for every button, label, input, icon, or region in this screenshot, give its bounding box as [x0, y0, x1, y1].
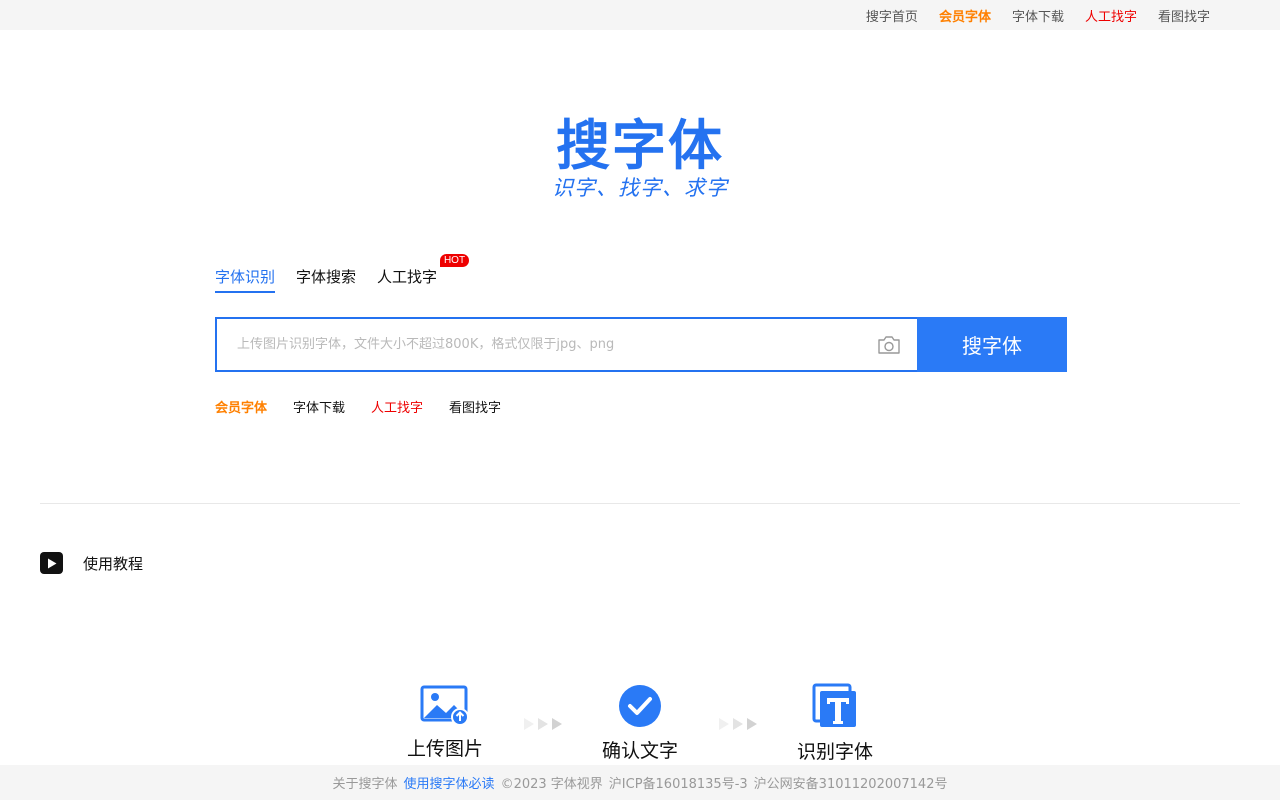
- tab-font-search[interactable]: 字体搜索: [296, 266, 356, 293]
- top-bar: 搜字首页 会员字体 字体下载 人工找字 看图找字: [0, 0, 1280, 30]
- upload-image-icon: [420, 685, 470, 730]
- check-circle-icon: [618, 685, 662, 732]
- quick-links: 会员字体 字体下载 人工找字 看图找字: [215, 397, 501, 416]
- topnav-image-search-link[interactable]: 看图找字: [1158, 6, 1210, 25]
- search-input[interactable]: [237, 337, 875, 352]
- step-confirm-label: 确认文字: [601, 740, 678, 762]
- quick-link-image-search[interactable]: 看图找字: [449, 397, 501, 416]
- tab-manual-search[interactable]: 人工找字 HOT: [377, 254, 470, 293]
- quick-link-vip-fonts[interactable]: 会员字体: [215, 397, 267, 416]
- step-upload: 上传图片: [385, 684, 505, 761]
- footer-icp[interactable]: 沪ICP备16018135号-3: [609, 773, 748, 792]
- search-box: [215, 317, 917, 372]
- footer: 关于搜字体 使用搜字体必读 ©2023 字体视界 沪ICP备16018135号-…: [0, 765, 1280, 800]
- topnav-manual-search-link[interactable]: 人工找字: [1085, 6, 1137, 25]
- step-identify-label: 识别字体: [796, 741, 873, 763]
- tutorial-label: 使用教程: [83, 554, 144, 573]
- step-confirm: 确认文字: [580, 684, 700, 763]
- footer-must-read-link[interactable]: 使用搜字体必读: [404, 773, 495, 792]
- quick-link-font-download[interactable]: 字体下载: [293, 397, 345, 416]
- search-button[interactable]: 搜字体: [917, 317, 1067, 372]
- topnav-vip-fonts-link[interactable]: 会员字体: [939, 6, 991, 25]
- topnav-font-download-link[interactable]: 字体下载: [1012, 6, 1064, 25]
- search-bar: 搜字体: [215, 317, 1067, 372]
- footer-police[interactable]: 沪公网安备31011202007142号: [754, 773, 948, 792]
- logo-slogan: 识字、找字、求字: [552, 176, 728, 200]
- step-identify: 识别字体: [775, 683, 895, 764]
- top-nav: 搜字首页 会员字体 字体下载 人工找字 看图找字: [866, 0, 1210, 30]
- logo-title: 搜字体: [556, 114, 724, 177]
- site-logo[interactable]: 搜字体 识字、找字、求字: [538, 118, 742, 206]
- font-t-icon: [812, 683, 858, 733]
- step-arrow-icon: [524, 718, 562, 730]
- search-tabs: 字体识别 字体搜索 人工找字 HOT: [215, 254, 470, 293]
- hot-badge: HOT: [439, 254, 470, 267]
- step-arrow-icon: [719, 718, 757, 730]
- tab-font-recognition[interactable]: 字体识别: [215, 266, 276, 293]
- section-divider: [40, 503, 1240, 504]
- topnav-home-link[interactable]: 搜字首页: [866, 6, 918, 25]
- footer-about[interactable]: 关于搜字体: [333, 773, 398, 792]
- play-icon: [40, 552, 63, 574]
- camera-icon[interactable]: [875, 331, 903, 359]
- step-upload-label: 上传图片: [406, 738, 483, 760]
- quick-link-manual-search[interactable]: 人工找字: [371, 397, 423, 416]
- tutorial-link[interactable]: 使用教程: [40, 552, 143, 574]
- tab-manual-search-label: 人工找字: [377, 268, 438, 286]
- footer-copyright: ©2023 字体视界: [500, 777, 603, 792]
